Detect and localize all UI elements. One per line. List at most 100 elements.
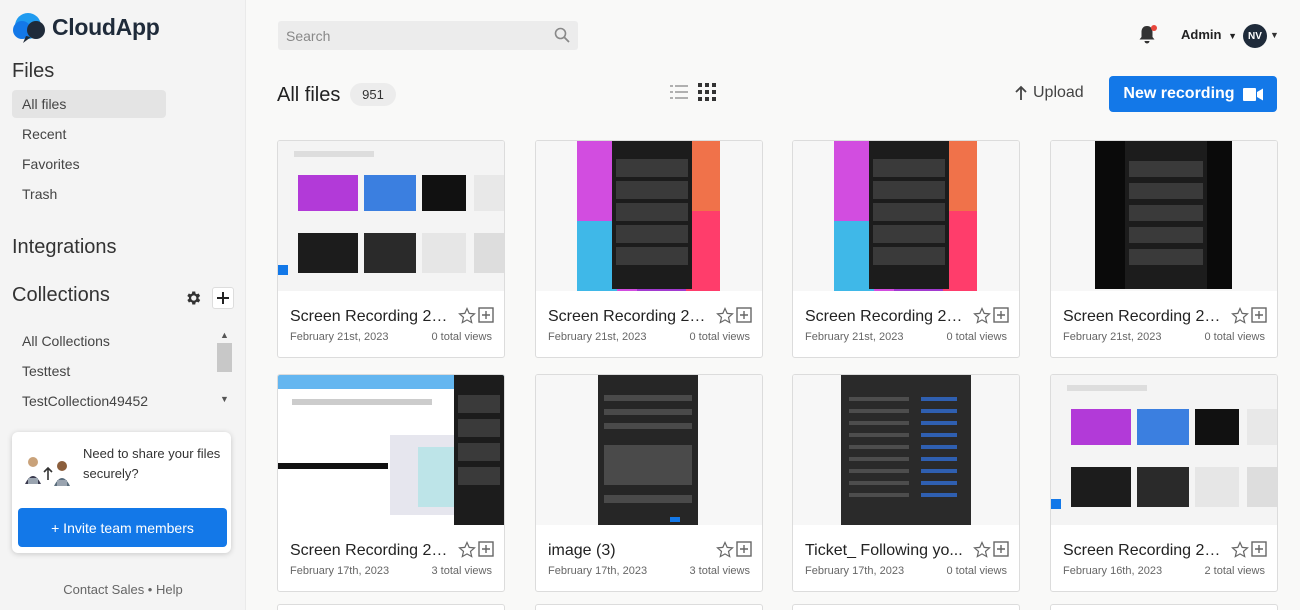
file-card[interactable]: image (3) February 17th, 2023 3 total view… [535, 374, 763, 592]
add-to-collection-icon[interactable] [736, 541, 752, 557]
file-count-badge: 951 [350, 83, 396, 106]
admin-menu[interactable]: Admin ▼ [1181, 27, 1237, 42]
file-date: February 21st, 2023 [805, 331, 904, 343]
share-promo-card: Need to share your files securely? + Inv… [12, 432, 231, 553]
search-icon[interactable] [554, 27, 570, 43]
star-icon[interactable] [458, 541, 476, 559]
team-share-illustration-icon [24, 454, 72, 488]
collection-item-testtest[interactable]: Testtest [12, 357, 212, 385]
logo[interactable]: CloudApp [12, 10, 160, 44]
file-title[interactable]: Screen Recording 20... [1063, 542, 1225, 560]
upload-arrow-icon [1015, 85, 1027, 100]
new-recording-label: New recording [1123, 85, 1235, 102]
file-views: 0 total views [431, 331, 492, 343]
add-to-collection-icon[interactable] [993, 307, 1009, 323]
add-to-collection-icon[interactable] [478, 541, 494, 557]
file-thumbnail[interactable] [1051, 141, 1277, 291]
file-thumbnail[interactable] [278, 375, 504, 525]
file-title[interactable]: Screen Recording 20... [290, 308, 452, 326]
file-date: February 17th, 2023 [290, 565, 390, 577]
file-card[interactable]: Ticket_ Following yo... February 17th, 20… [792, 374, 1020, 592]
file-date: February 21st, 2023 [290, 331, 389, 343]
add-collection-button[interactable] [212, 287, 234, 309]
file-card[interactable]: Screen Recording 20... February 21st, 202… [535, 140, 763, 358]
star-icon[interactable] [1231, 541, 1249, 559]
add-to-collection-icon[interactable] [736, 307, 752, 323]
page-title: All files [277, 84, 341, 106]
collection-item-testcollection[interactable]: TestCollection49452 [12, 387, 212, 415]
footer-links[interactable]: Contact Sales • Help [0, 582, 246, 597]
admin-label: Admin [1181, 27, 1222, 42]
gear-icon[interactable] [182, 287, 204, 309]
star-icon[interactable] [716, 541, 734, 559]
brand-name: CloudApp [52, 13, 160, 40]
file-thumbnail[interactable] [536, 375, 762, 525]
file-title[interactable]: Screen Recording 20... [548, 308, 710, 326]
file-thumbnail[interactable] [536, 141, 762, 291]
chevron-down-icon[interactable]: ▼ [1270, 30, 1279, 40]
file-views: 0 total views [946, 331, 1007, 343]
file-views: 0 total views [1204, 331, 1265, 343]
cloudapp-logo-icon [12, 10, 48, 44]
file-card[interactable]: Screen Recording 20... February 21st, 202… [1050, 140, 1278, 358]
collections-section-title: Collections [12, 284, 110, 306]
search-box[interactable] [278, 21, 578, 50]
collection-item-all[interactable]: All Collections [12, 327, 212, 355]
invite-team-members-button[interactable]: + Invite team members [18, 508, 227, 547]
file-date: February 17th, 2023 [548, 565, 648, 577]
file-date: February 17th, 2023 [805, 565, 905, 577]
file-card[interactable]: Screen Recording 20... February 17th, 202… [277, 374, 505, 592]
sidebar-item-trash[interactable]: Trash [12, 180, 166, 208]
star-icon[interactable] [1231, 307, 1249, 325]
file-views: 3 total views [689, 565, 750, 577]
star-icon[interactable] [973, 307, 991, 325]
files-section-title: Files [12, 60, 55, 82]
file-title[interactable]: Screen Recording 20... [290, 542, 452, 560]
file-card[interactable]: Screen Recording 20... February 16th, 202… [1050, 374, 1278, 592]
list-view-icon[interactable] [670, 84, 688, 100]
grid-view-icon[interactable] [698, 83, 716, 101]
search-input[interactable] [278, 21, 538, 50]
upload-label: Upload [1033, 84, 1084, 101]
file-card[interactable]: Screen Recording 20... February 21st, 202… [792, 140, 1020, 358]
sidebar-item-favorites[interactable]: Favorites [12, 150, 166, 178]
file-card-partial[interactable] [535, 604, 763, 610]
avatar[interactable]: NV [1243, 24, 1267, 48]
file-views: 0 total views [946, 565, 1007, 577]
add-to-collection-icon[interactable] [993, 541, 1009, 557]
file-views: 3 total views [431, 565, 492, 577]
file-title[interactable]: Screen Recording 20... [1063, 308, 1225, 326]
share-promo-text: Need to share your files securely? [83, 446, 221, 481]
upload-button[interactable]: Upload [1013, 84, 1084, 102]
star-icon[interactable] [973, 541, 991, 559]
collections-scrollbar-thumb[interactable] [217, 343, 232, 372]
sidebar-item-all-files[interactable]: All files [12, 90, 166, 118]
notification-badge [1151, 25, 1157, 31]
sidebar-item-recent[interactable]: Recent [12, 120, 166, 148]
add-to-collection-icon[interactable] [1251, 307, 1267, 323]
chevron-down-icon: ▼ [1228, 31, 1237, 41]
file-title[interactable]: Ticket_ Following yo... [805, 542, 967, 560]
scroll-up-arrow[interactable]: ▲ [217, 328, 232, 343]
file-thumbnail[interactable] [793, 141, 1019, 291]
star-icon[interactable] [716, 307, 734, 325]
star-icon[interactable] [458, 307, 476, 325]
file-card-partial[interactable] [792, 604, 1020, 610]
integrations-section-title[interactable]: Integrations [12, 236, 117, 259]
scroll-down-arrow[interactable]: ▼ [217, 392, 232, 407]
plus-icon [217, 292, 229, 304]
file-card-partial[interactable] [1050, 604, 1278, 610]
file-title[interactable]: image (3) [548, 542, 710, 560]
file-thumbnail[interactable] [793, 375, 1019, 525]
sidebar: CloudApp Files All files Recent Favorite… [0, 0, 246, 610]
file-card[interactable]: Screen Recording 20... February 21st, 202… [277, 140, 505, 358]
file-thumbnail[interactable] [1051, 375, 1277, 525]
file-views: 0 total views [689, 331, 750, 343]
new-recording-button[interactable]: New recording [1109, 76, 1277, 112]
file-date: February 21st, 2023 [1063, 331, 1162, 343]
add-to-collection-icon[interactable] [478, 307, 494, 323]
file-thumbnail[interactable] [278, 141, 504, 291]
file-card-partial[interactable] [277, 604, 505, 610]
file-title[interactable]: Screen Recording 20... [805, 308, 967, 326]
add-to-collection-icon[interactable] [1251, 541, 1267, 557]
